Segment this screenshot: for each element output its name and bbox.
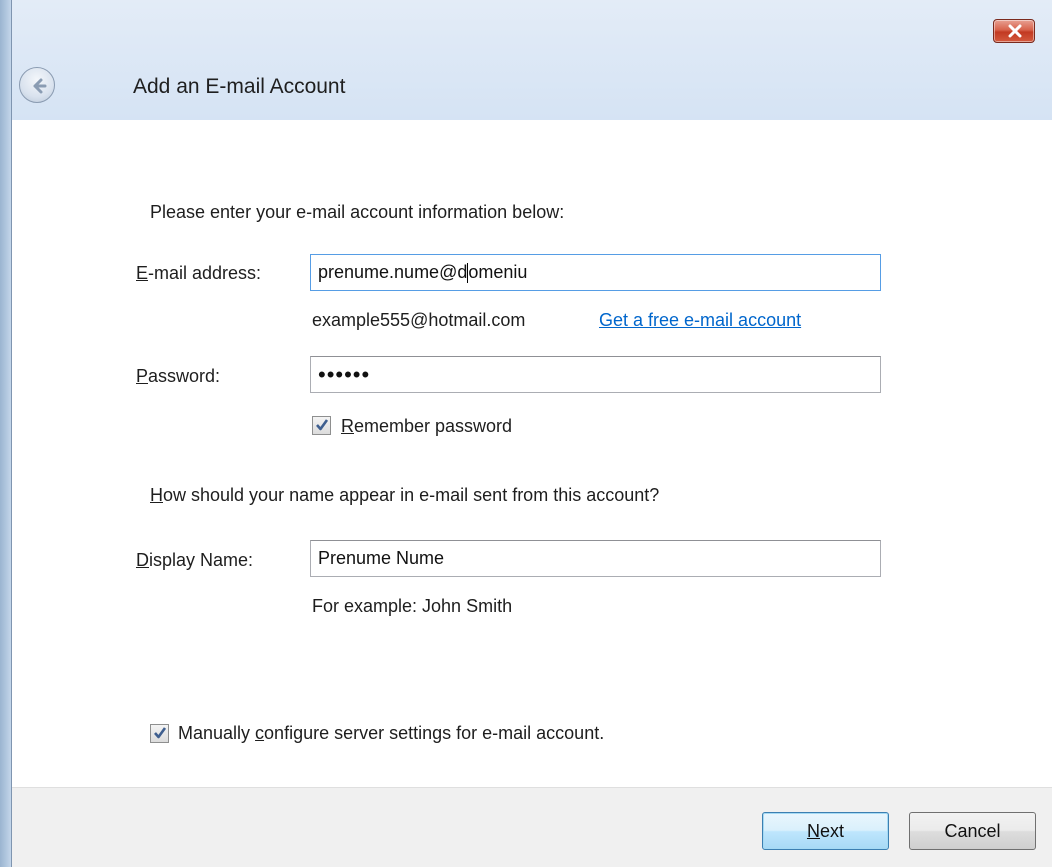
back-button[interactable] — [19, 67, 55, 103]
manual-config-checkbox[interactable] — [150, 724, 169, 743]
name-question-accel: H — [150, 485, 163, 505]
manual-config-label-after: onfigure server settings for e-mail acco… — [264, 723, 605, 743]
checkmark-icon — [316, 419, 329, 431]
manual-config-label-accel: c — [255, 723, 265, 743]
email-value-before-caret: prenume.nume@d — [318, 262, 468, 282]
remember-password-label[interactable]: Remember password — [341, 416, 512, 437]
close-button[interactable] — [993, 19, 1035, 43]
window-left-frame — [0, 0, 12, 867]
email-label: E-mail address: — [136, 263, 261, 284]
name-question-rest: ow should your name appear in e-mail sen… — [163, 485, 660, 505]
back-arrow-icon — [33, 78, 47, 94]
title-bar: Add an E-mail Account — [0, 0, 1052, 120]
remember-label-accel: R — [341, 416, 354, 436]
display-name-value: Prenume Nume — [318, 548, 445, 568]
display-name-field[interactable]: Prenume Nume — [310, 540, 881, 577]
next-button-accel: N — [806, 820, 820, 841]
email-label-accel: E — [136, 263, 149, 283]
display-name-label-accel: D — [136, 550, 149, 570]
remember-password-checkbox[interactable] — [312, 416, 331, 435]
email-value-after-caret: omeniu — [468, 262, 528, 282]
manual-config-label-before: Manually — [178, 723, 256, 743]
title-area — [12, 0, 1052, 120]
email-example: example555@hotmail.com — [312, 310, 526, 330]
email-label-rest: -mail address: — [148, 263, 262, 283]
checkmark-icon — [154, 727, 167, 739]
display-name-label-rest: isplay Name: — [149, 550, 254, 570]
email-field[interactable]: prenume.nume@d omeniu — [310, 254, 881, 291]
password-field[interactable]: •••••• — [310, 356, 881, 393]
dialog-title: Add an E-mail Account — [133, 75, 346, 98]
cancel-button[interactable]: Cancel — [909, 812, 1036, 850]
close-icon — [1008, 24, 1022, 38]
password-label: Password: — [136, 366, 220, 387]
next-button-rest: ext — [819, 820, 844, 841]
dialog-footer: Next Cancel — [12, 787, 1052, 867]
name-question-text: How should your name appear in e-mail se… — [150, 485, 659, 506]
display-name-example: For example: John Smith — [312, 596, 513, 616]
password-label-accel: P — [136, 366, 149, 386]
next-button[interactable]: Next — [762, 812, 889, 850]
password-label-rest: assword: — [148, 366, 221, 386]
dialog-content: Please enter your e-mail account informa… — [12, 120, 1052, 787]
display-name-label: Display Name: — [136, 550, 253, 571]
add-email-account-window: Add an E-mail Account Please enter your … — [0, 0, 1052, 867]
manual-config-label[interactable]: Manually configure server settings for e… — [178, 723, 604, 744]
password-masked-value: •••••• — [318, 361, 371, 387]
intro-text: Please enter your e-mail account informa… — [150, 202, 565, 222]
remember-label-rest: emember password — [354, 416, 513, 436]
free-email-link[interactable]: Get a free e-mail account — [599, 310, 801, 331]
